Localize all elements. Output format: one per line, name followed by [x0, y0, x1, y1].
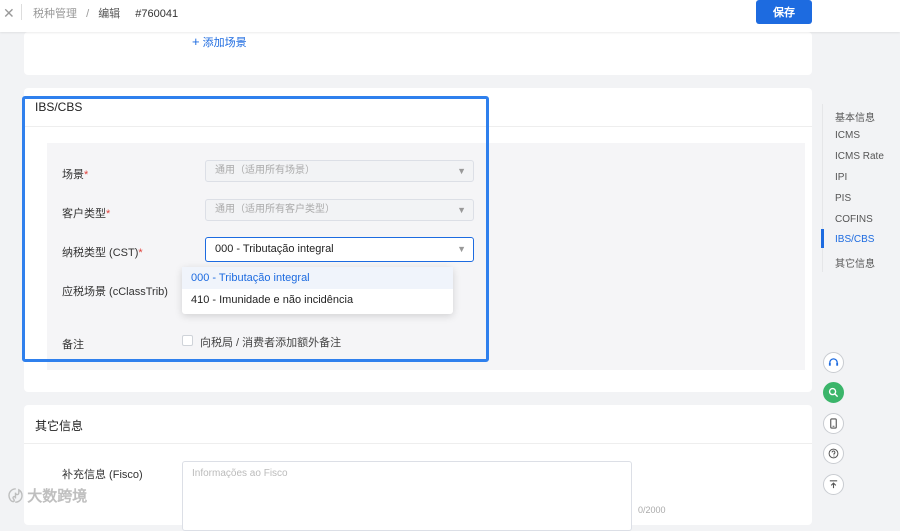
other-section-title: 其它信息 [35, 419, 84, 433]
close-icon[interactable]: ✕ [3, 5, 15, 22]
breadcrumb-edit: 编辑 [98, 8, 121, 20]
fisco-textarea[interactable]: Informações ao Fisco [182, 461, 632, 531]
nav-item-icms[interactable]: ICMS [835, 130, 860, 141]
add-scene-label: 添加场景 [202, 37, 247, 49]
watermark-logo-icon: 〄 [8, 488, 24, 505]
other-info-card: 其它信息 补充信息 (Fisco) Informações ao Fisco 0… [24, 405, 812, 531]
watermark-text: 大数跨境 [27, 488, 88, 505]
nav-item-basic[interactable]: 基本信息 [835, 109, 875, 124]
nav-item-cofins[interactable]: COFINS [835, 214, 873, 225]
headset-icon[interactable] [823, 352, 844, 373]
fisco-placeholder: Informações ao Fisco [192, 468, 288, 479]
breadcrumb: 税种管理 / 编辑 #760041 [33, 5, 184, 21]
breadcrumb-tax-management[interactable]: 税种管理 [33, 8, 77, 20]
page-header: ✕ 税种管理 / 编辑 #760041 保存 [0, 0, 900, 32]
watermark: 〄 大数跨境 [8, 485, 87, 506]
nav-item-other[interactable]: 其它信息 [835, 255, 875, 270]
other-section-divider [24, 443, 812, 444]
scene-card: + 添加场景 [24, 32, 812, 75]
mobile-icon[interactable] [823, 413, 844, 434]
add-scene-link[interactable]: + 添加场景 [192, 34, 247, 50]
nav-item-icms-rate[interactable]: ICMS Rate [835, 151, 884, 162]
fisco-label: 补充信息 (Fisco) [62, 469, 143, 481]
nav-item-pis[interactable]: PIS [835, 193, 851, 204]
nav-item-ibs-cbs[interactable]: IBS/CBS [835, 234, 874, 245]
save-button[interactable]: 保存 [756, 0, 812, 24]
char-counter: 0/2000 [638, 505, 666, 515]
plus-icon: + [192, 34, 200, 49]
highlight-box [22, 96, 489, 362]
record-id: #760041 [135, 8, 179, 20]
nav-item-ipi[interactable]: IPI [835, 172, 847, 183]
breadcrumb-separator: / [86, 8, 90, 20]
help-icon[interactable] [823, 443, 844, 464]
anchor-nav: 基本信息 ICMS ICMS Rate IPI PIS COFINS IBS/C… [821, 104, 900, 272]
header-divider [21, 4, 22, 20]
active-indicator [821, 229, 824, 248]
back-to-top-icon[interactable] [823, 474, 844, 495]
search-icon[interactable] [823, 382, 844, 403]
